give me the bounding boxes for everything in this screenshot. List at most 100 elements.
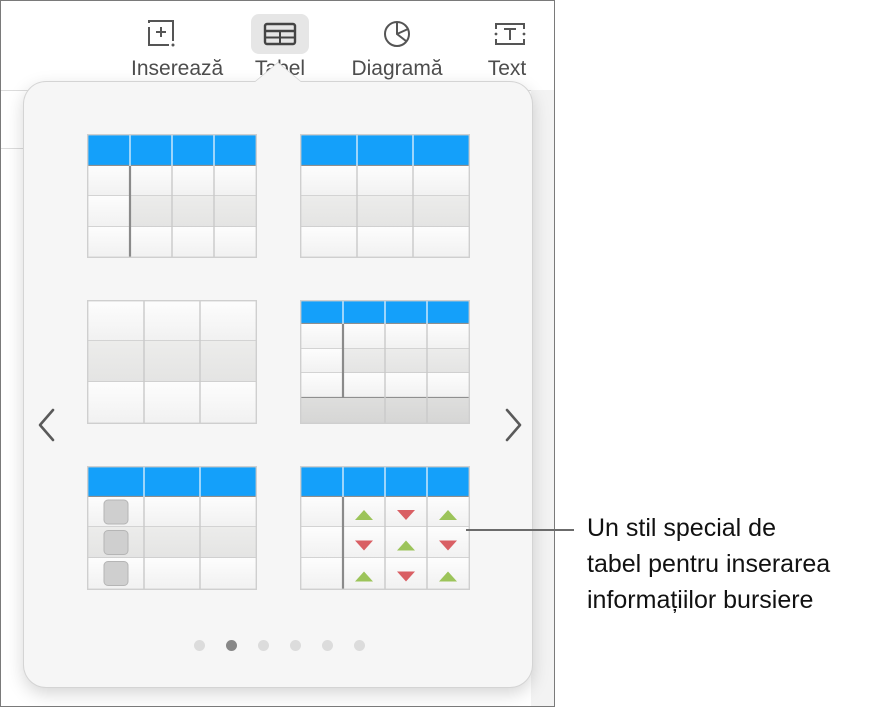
table-cell <box>413 196 469 227</box>
table-cell <box>343 324 385 349</box>
header-cell <box>88 135 130 166</box>
table-style-thumbnail <box>87 134 257 258</box>
header-cell <box>200 467 256 497</box>
table-cell <box>301 349 343 373</box>
table-cell <box>88 341 144 382</box>
header-cell <box>88 467 144 497</box>
header-cell <box>172 135 214 166</box>
table-cell <box>144 382 200 423</box>
next-page-button[interactable] <box>500 405 526 445</box>
chart-icon <box>368 14 426 54</box>
chevron-right-icon <box>505 408 522 442</box>
toolbar-insert-label: Inserează <box>131 57 224 80</box>
table-cell <box>214 227 256 257</box>
callout-line-2: tabel pentru inserarea <box>587 550 831 578</box>
text-box-icon <box>481 14 539 54</box>
table-cell <box>357 196 413 227</box>
table-cell <box>427 324 469 349</box>
checkbox-icon <box>103 561 129 586</box>
table-style-thumbnail <box>87 300 257 424</box>
page-dot[interactable] <box>322 640 333 651</box>
table-style-option[interactable] <box>300 300 470 424</box>
table-style-thumbnail <box>300 466 470 590</box>
table-cell <box>144 558 200 589</box>
header-cell <box>413 135 469 166</box>
document-area <box>531 90 554 706</box>
table-cell <box>343 373 385 398</box>
table-cell <box>301 398 343 423</box>
table-cell <box>144 341 200 382</box>
table-cell <box>172 166 214 196</box>
callout-text: Un stil special de tabel pentru inserare… <box>587 510 877 618</box>
header-cell <box>301 301 343 324</box>
table-cell <box>385 373 427 398</box>
header-cell <box>214 135 256 166</box>
page-dot[interactable] <box>258 640 269 651</box>
popover-arrow <box>254 63 302 83</box>
header-cell <box>357 135 413 166</box>
table-cell <box>301 227 357 257</box>
table-cell <box>357 166 413 196</box>
table-cell <box>214 166 256 196</box>
table-cell <box>301 324 343 349</box>
table-cell <box>427 373 469 398</box>
page-indicator <box>194 640 365 651</box>
header-cell <box>427 301 469 324</box>
table-icon <box>251 14 309 54</box>
table-cell <box>357 227 413 257</box>
table-cell <box>172 227 214 257</box>
table-cell <box>200 558 256 589</box>
window-border <box>0 0 555 1</box>
toolbar-chart-button[interactable]: Diagramă <box>344 14 450 81</box>
page-dot[interactable] <box>194 640 205 651</box>
table-cell <box>200 527 256 558</box>
table-cell <box>130 227 172 257</box>
page-dot[interactable] <box>354 640 365 651</box>
header-cell <box>343 467 385 497</box>
checkbox-icon <box>103 530 129 555</box>
insert-icon <box>133 14 191 54</box>
table-cell <box>200 497 256 527</box>
toolbar-text-button[interactable]: Text <box>481 14 533 81</box>
header-cell <box>385 301 427 324</box>
table-cell <box>200 341 256 382</box>
header-cell <box>343 301 385 324</box>
table-cell <box>427 349 469 373</box>
table-cell <box>385 324 427 349</box>
table-cell <box>343 349 385 373</box>
table-cell <box>385 398 427 423</box>
table-cell <box>130 196 172 227</box>
table-cell <box>88 166 130 196</box>
table-cell <box>144 301 200 341</box>
table-cell <box>301 558 343 589</box>
table-style-option[interactable] <box>300 134 470 258</box>
stock-table-style-option[interactable] <box>300 466 470 590</box>
table-style-option[interactable] <box>87 300 257 424</box>
previous-page-button[interactable] <box>34 405 60 445</box>
header-cell <box>144 467 200 497</box>
table-cell <box>172 196 214 227</box>
table-cell <box>200 301 256 341</box>
table-cell <box>301 497 343 527</box>
table-cell <box>214 196 256 227</box>
table-style-option[interactable] <box>87 134 257 258</box>
table-cell <box>88 227 130 257</box>
table-cell <box>88 301 144 341</box>
table-cell <box>413 227 469 257</box>
table-styles-popover <box>24 63 532 687</box>
toolbar-text-label: Text <box>487 57 527 80</box>
table-cell <box>144 527 200 558</box>
table-cell <box>301 527 343 558</box>
table-cell <box>385 349 427 373</box>
table-cell <box>427 398 469 423</box>
page-dot-active[interactable] <box>226 640 237 651</box>
header-cell <box>301 135 357 166</box>
table-cell <box>301 196 357 227</box>
table-cell <box>88 382 144 423</box>
table-style-option[interactable] <box>87 466 257 590</box>
toolbar-insert-button[interactable]: Inserează <box>131 14 224 81</box>
page-dot[interactable] <box>290 640 301 651</box>
header-cell <box>130 135 172 166</box>
callout-leader-line <box>466 529 574 531</box>
callout-line-1: Un stil special de <box>587 514 776 542</box>
